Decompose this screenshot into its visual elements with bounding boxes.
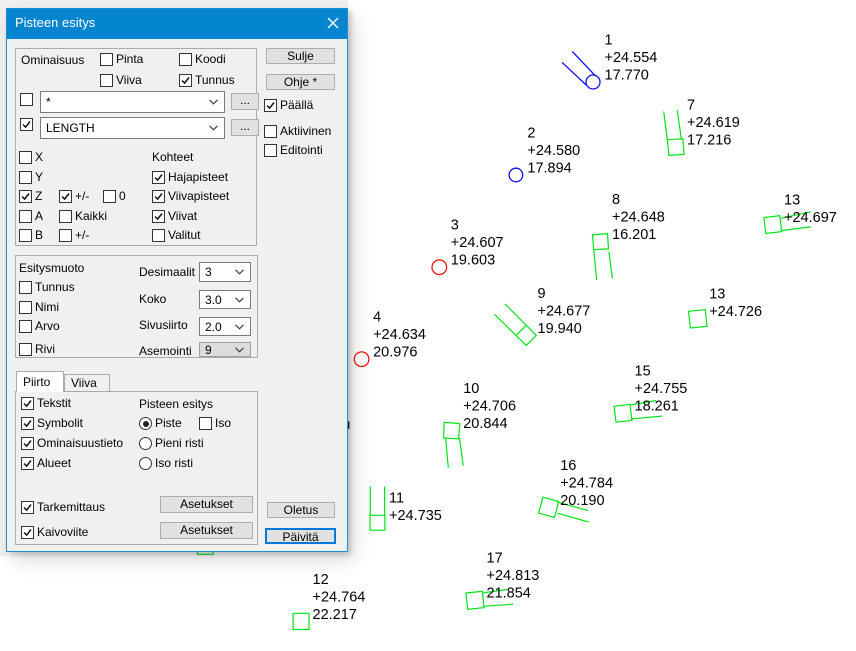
svg-text:16: 16 <box>560 458 576 474</box>
svg-text:11: 11 <box>389 491 404 507</box>
svg-text:+24.784: +24.784 <box>560 475 613 491</box>
svg-text:3: 3 <box>451 218 459 234</box>
svg-text:19.603: 19.603 <box>451 253 495 269</box>
svg-text:12: 12 <box>313 572 329 588</box>
svg-text:2: 2 <box>527 125 535 141</box>
svg-text:+24.813: +24.813 <box>487 568 540 584</box>
svg-text:10: 10 <box>463 381 479 397</box>
svg-text:19.940: 19.940 <box>538 321 582 337</box>
svg-text:4: 4 <box>373 310 381 326</box>
svg-text:+24.677: +24.677 <box>538 303 591 319</box>
svg-text:17.894: 17.894 <box>527 160 571 176</box>
svg-text:8: 8 <box>612 192 620 208</box>
svg-text:9: 9 <box>538 286 546 302</box>
svg-text:1: 1 <box>605 32 613 48</box>
svg-text:7: 7 <box>687 98 695 114</box>
svg-text:+24.726: +24.726 <box>709 304 762 320</box>
svg-text:+24.634: +24.634 <box>373 327 426 343</box>
svg-text:+24.697: +24.697 <box>784 210 837 226</box>
svg-text:13: 13 <box>709 286 725 302</box>
svg-text:+24.580: +24.580 <box>527 143 580 159</box>
svg-text:+24.755: +24.755 <box>635 381 688 397</box>
svg-text:13: 13 <box>784 193 800 209</box>
svg-text:+24.619: +24.619 <box>687 115 740 131</box>
svg-text:+24.648: +24.648 <box>612 210 665 226</box>
svg-text:+24.764: +24.764 <box>313 589 366 605</box>
svg-text:15: 15 <box>635 364 651 380</box>
svg-text:20.976: 20.976 <box>373 345 417 361</box>
svg-text:17.770: 17.770 <box>605 67 649 83</box>
svg-text:+24.735: +24.735 <box>389 508 442 524</box>
svg-text:17: 17 <box>487 551 503 567</box>
svg-text:+24.554: +24.554 <box>605 50 658 66</box>
svg-text:+24.706: +24.706 <box>463 398 516 414</box>
svg-text:+24.607: +24.607 <box>451 235 504 251</box>
svg-text:18.261: 18.261 <box>635 399 679 415</box>
svg-text:22.217: 22.217 <box>313 607 357 623</box>
svg-text:17.216: 17.216 <box>687 133 731 149</box>
svg-text:16.201: 16.201 <box>612 227 656 243</box>
svg-text:21.854: 21.854 <box>487 586 531 602</box>
svg-text:20.844: 20.844 <box>463 416 507 432</box>
svg-text:20.190: 20.190 <box>560 493 604 509</box>
